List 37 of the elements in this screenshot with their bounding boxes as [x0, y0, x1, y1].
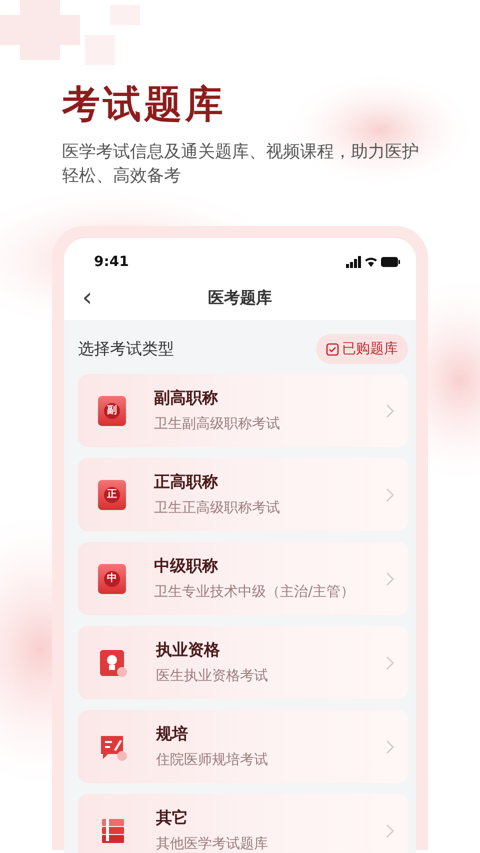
- screen-title: 医考题库: [208, 288, 272, 306]
- status-icons: [346, 256, 400, 268]
- exam-type-item[interactable]: 其它 其他医学考试题库: [78, 794, 408, 853]
- exam-type-item[interactable]: 规培 住院医师规培考试: [78, 710, 408, 783]
- chevron-right-icon: [386, 656, 394, 670]
- medal-icon: 副: [98, 396, 126, 426]
- item-subtitle: 住院医师规培考试: [156, 751, 269, 769]
- medal-icon: 正: [98, 480, 126, 510]
- page-subtitle: 医学考试信息及通关题库、视频课程，助力医护轻松、高效备考: [62, 141, 420, 188]
- item-title: 正高职称: [154, 472, 219, 493]
- section-title: 选择考试类型: [78, 338, 174, 360]
- item-subtitle: 其他医学考试题库: [156, 835, 269, 853]
- exam-type-item[interactable]: 正 正高职称 卫生正高级职称考试: [78, 458, 408, 531]
- exam-type-item[interactable]: 执业资格 医生执业资格考试: [78, 626, 408, 699]
- item-subtitle: 卫生副高级职称考试: [154, 415, 281, 433]
- purchased-button[interactable]: 已购题库: [316, 334, 408, 364]
- back-button[interactable]: ‹: [82, 285, 92, 311]
- exam-type-item[interactable]: 中 中级职称 卫生专业技术中级（主治/主管）: [78, 542, 408, 615]
- chevron-right-icon: [386, 488, 394, 502]
- chevron-right-icon: [386, 824, 394, 838]
- item-subtitle: 卫生专业技术中级（主治/主管）: [154, 583, 356, 601]
- item-title: 其它: [156, 808, 189, 829]
- item-title: 中级职称: [154, 556, 219, 577]
- checkbox-icon: [326, 342, 339, 356]
- chevron-right-icon: [386, 572, 394, 586]
- page-title: 考试题库: [62, 81, 227, 128]
- status-time: 9:41: [94, 254, 129, 270]
- chevron-right-icon: [386, 404, 394, 418]
- item-subtitle: 卫生正高级职称考试: [154, 499, 281, 517]
- item-title: 规培: [156, 724, 189, 745]
- item-title: 执业资格: [156, 640, 221, 661]
- item-title: 副高职称: [154, 388, 219, 409]
- certificate-icon: [98, 648, 128, 678]
- chevron-right-icon: [386, 740, 394, 754]
- item-subtitle: 医生执业资格考试: [156, 667, 269, 685]
- exam-type-item[interactable]: 副 副高职称 卫生副高级职称考试: [78, 374, 408, 447]
- medal-icon: 中: [98, 564, 126, 594]
